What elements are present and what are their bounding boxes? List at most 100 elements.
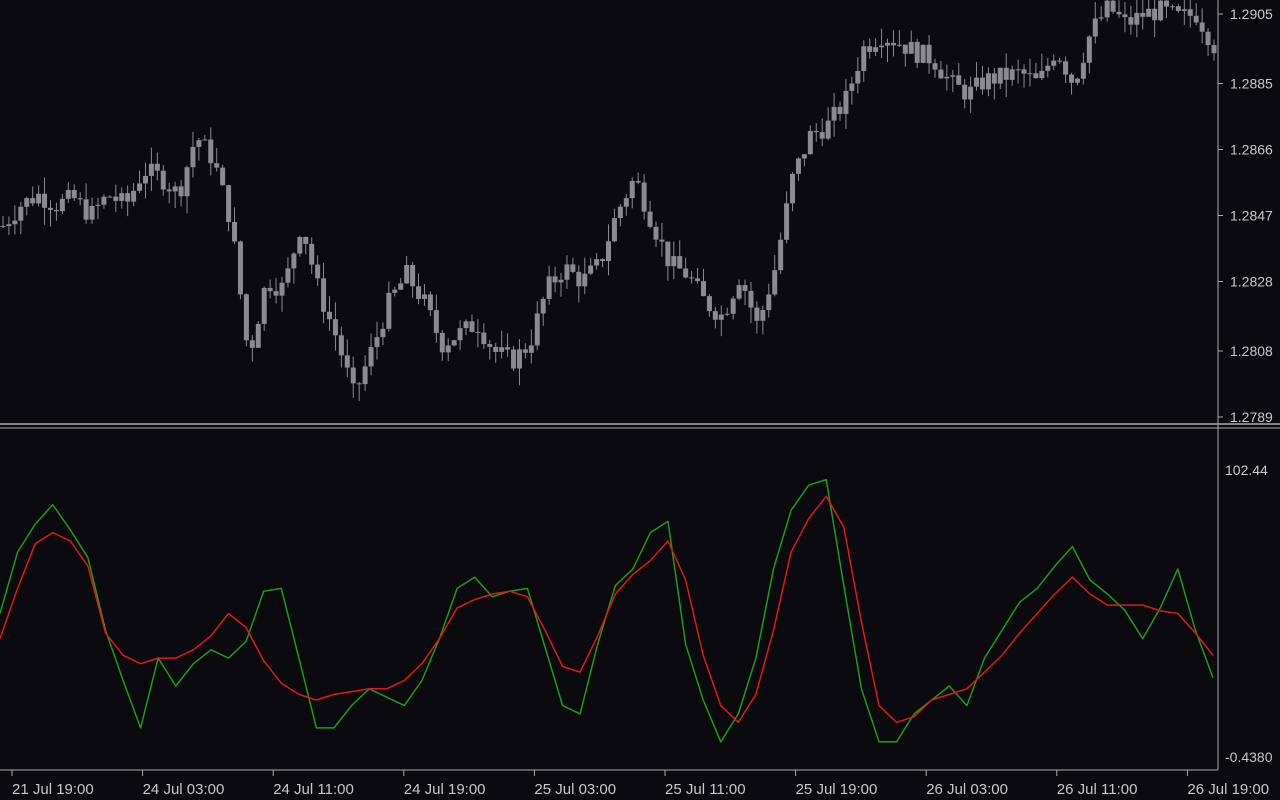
candle-body[interactable] <box>546 276 552 299</box>
candle-body[interactable] <box>142 175 148 184</box>
candle-body[interactable] <box>386 292 392 329</box>
candle-body[interactable] <box>879 45 885 48</box>
candle-body[interactable] <box>1104 0 1110 18</box>
candle-body[interactable] <box>12 220 18 225</box>
candle-body[interactable] <box>326 311 332 320</box>
candle-body[interactable] <box>861 46 867 71</box>
candle-body[interactable] <box>95 204 101 206</box>
candle-body[interactable] <box>291 253 297 269</box>
candle-body[interactable] <box>65 189 71 199</box>
candle-body[interactable] <box>706 296 712 312</box>
candle-body[interactable] <box>1158 0 1164 21</box>
candle-body[interactable] <box>819 132 825 139</box>
candle-body[interactable] <box>338 335 344 356</box>
candle-body[interactable] <box>956 75 962 85</box>
candle-body[interactable] <box>718 314 724 320</box>
candle-body[interactable] <box>1051 60 1057 66</box>
candle-body[interactable] <box>742 285 748 291</box>
candle-body[interactable] <box>475 331 481 333</box>
candle-body[interactable] <box>499 347 505 352</box>
candle-body[interactable] <box>594 259 600 266</box>
price-pane[interactable] <box>0 0 1218 422</box>
candle-body[interactable] <box>261 287 267 324</box>
candle-body[interactable] <box>83 199 89 220</box>
candle-body[interactable] <box>42 193 48 208</box>
candle-body[interactable] <box>214 163 220 168</box>
candle-body[interactable] <box>356 383 362 385</box>
candle-body[interactable] <box>511 349 517 369</box>
candle-body[interactable] <box>166 189 172 192</box>
candle-body[interactable] <box>629 180 635 199</box>
candle-body[interactable] <box>137 183 143 191</box>
candle-body[interactable] <box>1187 9 1193 16</box>
candle-body[interactable] <box>1063 61 1069 75</box>
candle-body[interactable] <box>439 332 445 353</box>
candle-body[interactable] <box>647 211 653 227</box>
candle-body[interactable] <box>689 277 695 279</box>
candle-body[interactable] <box>790 173 796 204</box>
candle-body[interactable] <box>89 205 95 220</box>
candle-body[interactable] <box>1199 22 1205 32</box>
candle-body[interactable] <box>784 203 790 240</box>
candle-body[interactable] <box>837 106 843 115</box>
candle-body[interactable] <box>641 182 647 212</box>
candle-body[interactable] <box>362 366 368 385</box>
candle-body[interactable] <box>392 289 398 293</box>
candle-body[interactable] <box>374 337 380 348</box>
candle-body[interactable] <box>611 218 617 242</box>
candle-body[interactable] <box>748 290 754 308</box>
candle-body[interactable] <box>695 278 701 282</box>
candle-body[interactable] <box>404 264 410 284</box>
candle-body[interactable] <box>665 241 671 267</box>
candle-body[interactable] <box>683 268 689 278</box>
candle-body[interactable] <box>445 345 451 353</box>
candle-body[interactable] <box>285 268 291 283</box>
candle-body[interactable] <box>249 340 255 348</box>
candle-body[interactable] <box>1069 74 1075 83</box>
candle-body[interactable] <box>962 84 968 100</box>
candle-body[interactable] <box>36 193 42 204</box>
stochastic-signal-line[interactable] <box>0 495 1214 724</box>
candle-body[interactable] <box>154 163 160 171</box>
candle-body[interactable] <box>801 154 807 159</box>
candle-body[interactable] <box>606 241 611 262</box>
candle-body[interactable] <box>522 349 528 353</box>
candle-body[interactable] <box>243 294 249 341</box>
candle-body[interactable] <box>1164 0 1170 7</box>
candle-body[interactable] <box>1134 12 1140 25</box>
candle-body[interactable] <box>18 206 24 221</box>
candle-body[interactable] <box>303 236 309 244</box>
candle-body[interactable] <box>950 75 956 77</box>
candle-body[interactable] <box>1193 15 1199 23</box>
candle-body[interactable] <box>890 42 896 46</box>
candle-body[interactable] <box>380 328 386 338</box>
candle-body[interactable] <box>255 323 261 348</box>
candle-body[interactable] <box>1181 9 1187 12</box>
candle-body[interactable] <box>991 73 997 84</box>
candle-body[interactable] <box>653 226 659 240</box>
candle-body[interactable] <box>421 294 427 299</box>
candle-body[interactable] <box>315 264 321 279</box>
candle-body[interactable] <box>196 140 202 147</box>
candle-body[interactable] <box>47 207 53 210</box>
candle-body[interactable] <box>552 276 558 283</box>
candle-body[interactable] <box>617 206 623 219</box>
candle-body[interactable] <box>968 86 974 100</box>
candle-body[interactable] <box>1021 69 1027 74</box>
candle-body[interactable] <box>938 69 944 79</box>
candle-body[interactable] <box>0 225 6 227</box>
candle-body[interactable] <box>1009 69 1015 80</box>
candle-body[interactable] <box>71 189 77 199</box>
candle-body[interactable] <box>59 198 65 212</box>
candle-body[interactable] <box>1169 6 1175 8</box>
candle-body[interactable] <box>451 340 457 346</box>
candle-body[interactable] <box>202 139 208 141</box>
candle-body[interactable] <box>505 347 511 350</box>
candle-body[interactable] <box>208 139 214 164</box>
candle-body[interactable] <box>148 163 154 176</box>
candle-body[interactable] <box>410 264 416 287</box>
candle-body[interactable] <box>920 44 926 63</box>
candle-body[interactable] <box>974 77 980 87</box>
candle-body[interactable] <box>677 256 683 269</box>
candle-body[interactable] <box>184 167 190 197</box>
